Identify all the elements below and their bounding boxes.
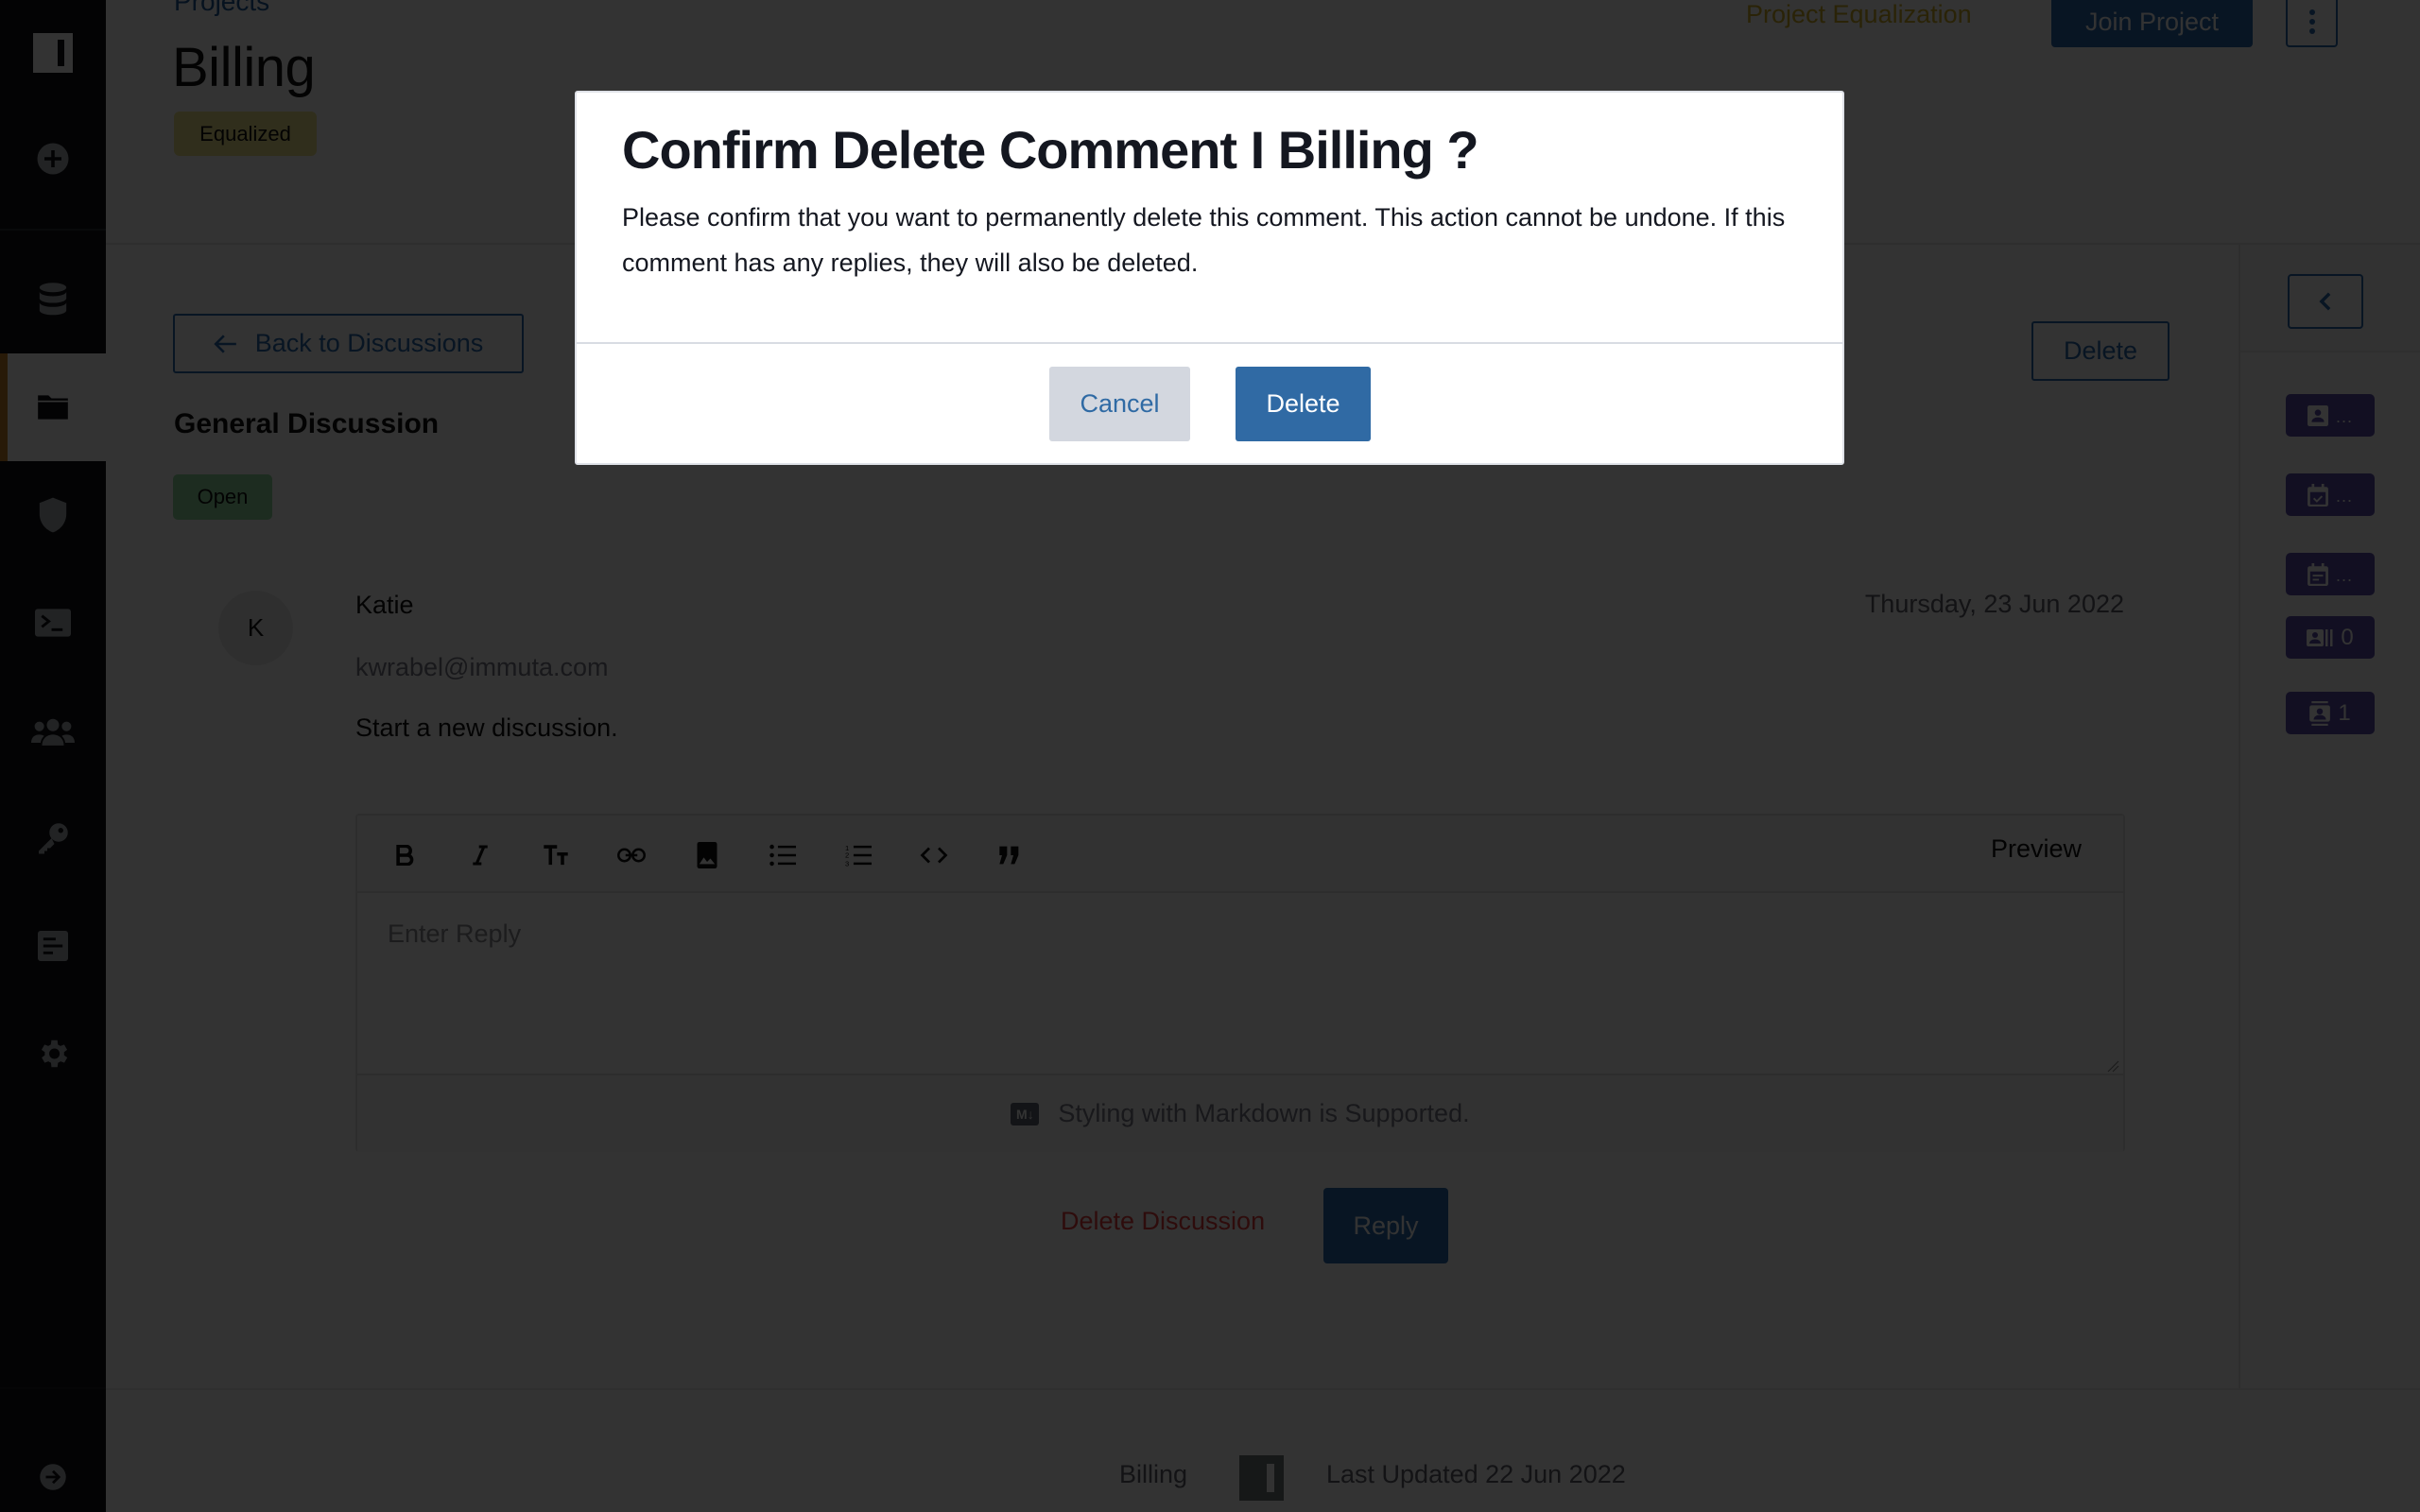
cancel-button[interactable]: Cancel [1049, 367, 1190, 441]
modal-body: Please confirm that you want to permanen… [622, 203, 1786, 277]
confirm-delete-button[interactable]: Delete [1236, 367, 1371, 441]
modal-title: Confirm Delete Comment I Billing ? [622, 120, 1479, 180]
modal-divider [577, 342, 1842, 344]
confirm-delete-modal: Confirm Delete Comment I Billing ? Pleas… [575, 91, 1844, 465]
